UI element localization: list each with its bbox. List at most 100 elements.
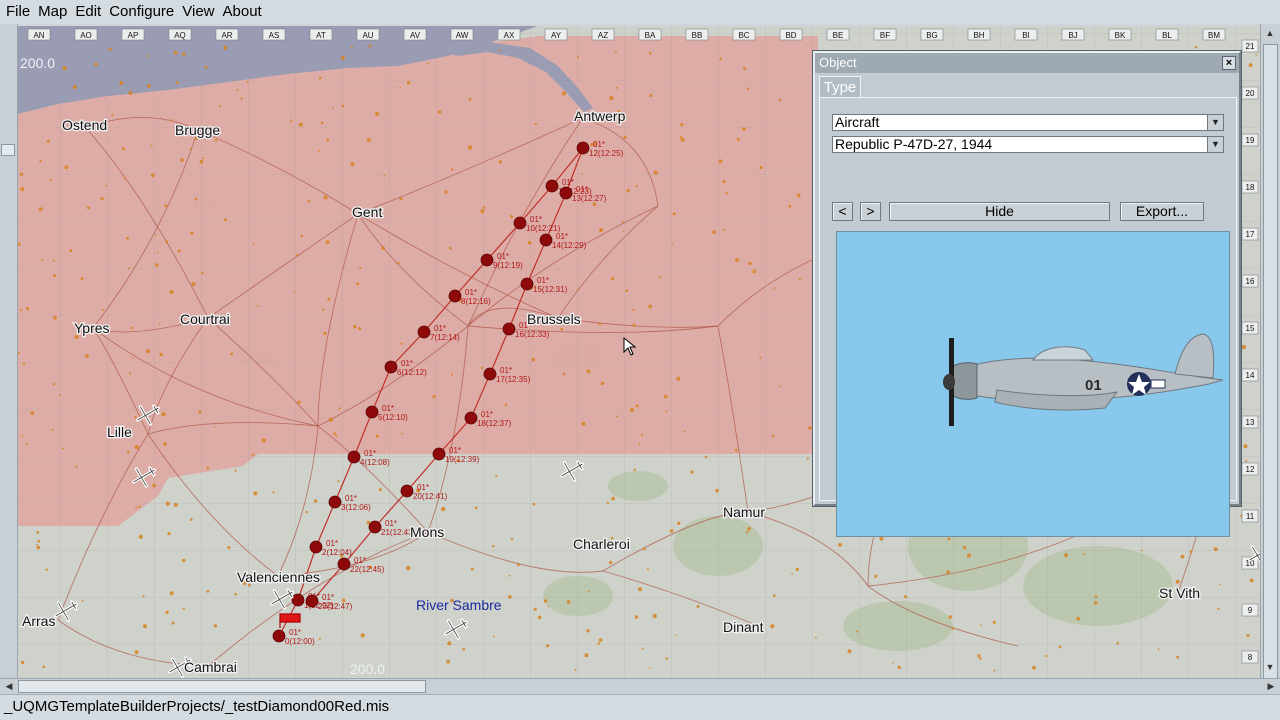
vertical-scrollbar[interactable]: ▲ ▼: [1260, 24, 1280, 684]
city-label: Ypres: [74, 320, 110, 336]
waypoint-marker[interactable]: [365, 405, 379, 419]
aircraft-preview: 01: [836, 231, 1230, 537]
grid-row-label: 8: [1248, 653, 1253, 662]
grid-row-label: 16: [1246, 277, 1255, 286]
grid-column-label: BG: [926, 31, 938, 40]
waypoint-marker[interactable]: [545, 179, 559, 193]
category-value: Aircraft: [835, 114, 880, 130]
grid-column-label: AY: [551, 31, 562, 40]
horizontal-scroll-thumb[interactable]: [18, 680, 426, 693]
waypoint-marker[interactable]: [480, 253, 494, 267]
export-button[interactable]: Export...: [1120, 202, 1204, 221]
waypoint-marker[interactable]: [417, 325, 431, 339]
grid-row-label: 19: [1246, 136, 1255, 145]
waypoint-marker[interactable]: [576, 141, 590, 155]
grid-column-label: AU: [362, 31, 373, 40]
grid-column-label: BH: [973, 31, 984, 40]
p47-aircraft-image: 01: [943, 333, 1224, 426]
scroll-right-arrow-icon[interactable]: ▶: [1264, 679, 1278, 693]
city-label: Brugge: [175, 122, 220, 138]
scroll-down-arrow-icon[interactable]: ▼: [1263, 660, 1277, 674]
status-bar: _UQMGTemplateBuilderProjects/_testDiamon…: [0, 694, 1280, 720]
grid-column-label: AR: [221, 31, 232, 40]
city-label: Antwerp: [574, 108, 626, 124]
menu-bar: File Map Edit Configure View About: [0, 0, 1280, 24]
grid-column-label: BD: [785, 31, 796, 40]
grid-column-label: AZ: [598, 31, 608, 40]
menu-view[interactable]: View: [178, 1, 218, 23]
menu-configure[interactable]: Configure: [105, 1, 178, 23]
city-label: Gent: [352, 204, 382, 220]
menu-edit[interactable]: Edit: [71, 1, 105, 23]
grid-column-label: BL: [1162, 31, 1172, 40]
waypoint-marker[interactable]: [347, 450, 361, 464]
scroll-left-arrow-icon[interactable]: ◀: [2, 679, 16, 693]
grid-column-label: BE: [833, 31, 844, 40]
grid-column-label: BC: [738, 31, 749, 40]
waypoint-marker[interactable]: [502, 322, 516, 336]
grid-column-label: BM: [1208, 31, 1220, 40]
waypoint-marker[interactable]: [337, 557, 351, 571]
horizontal-scrollbar[interactable]: ◀ ▶: [0, 678, 1280, 694]
waypoint-marker[interactable]: [400, 484, 414, 498]
city-label: Ostend: [62, 117, 107, 133]
waypoint-marker[interactable]: [539, 233, 553, 247]
grid-row-label: 14: [1246, 371, 1255, 380]
vertical-scroll-thumb[interactable]: [1263, 44, 1278, 684]
hide-button[interactable]: Hide: [889, 202, 1110, 221]
menu-map[interactable]: Map: [34, 1, 71, 23]
grid-column-label: BJ: [1068, 31, 1077, 40]
previous-button[interactable]: <: [832, 202, 853, 221]
dialog-title[interactable]: Object: [815, 53, 1239, 73]
scale-label-top: 200.0: [20, 55, 55, 71]
grid-column-label: BB: [692, 31, 703, 40]
grid-column-label: BF: [880, 31, 890, 40]
city-label: Courtrai: [180, 311, 230, 327]
tab-type[interactable]: Type: [819, 76, 861, 98]
waypoint-marker[interactable]: [384, 360, 398, 374]
grid-column-label: BA: [645, 31, 656, 40]
city-label: Valenciennes: [237, 569, 320, 585]
waypoint-marker[interactable]: [448, 289, 462, 303]
grid-row-label: 20: [1246, 89, 1255, 98]
waypoint-marker[interactable]: [309, 540, 323, 554]
grid-column-label: AQ: [174, 31, 186, 40]
menu-about[interactable]: About: [219, 1, 266, 23]
category-select[interactable]: Aircraft ▼: [832, 114, 1224, 131]
waypoint-marker[interactable]: [464, 411, 478, 425]
grid-row-label: 15: [1246, 324, 1255, 333]
waypoint-marker[interactable]: [559, 186, 573, 200]
dialog-body: Aircraft ▼ Republic P-47D-27, 1944 ▼ < >…: [819, 97, 1237, 537]
grid-row-label: 13: [1246, 418, 1255, 427]
vertical-scroll-thumb-left[interactable]: [1, 144, 15, 156]
river-label: River Sambre: [416, 597, 502, 613]
waypoint-marker[interactable]: [305, 594, 319, 608]
waypoint-marker[interactable]: [432, 447, 446, 461]
next-button[interactable]: >: [860, 202, 881, 221]
city-label: St Vith: [1159, 585, 1200, 601]
waypoint-marker[interactable]: [513, 216, 527, 230]
waypoint-marker[interactable]: [328, 495, 342, 509]
grid-column-label: BK: [1115, 31, 1126, 40]
city-label: Charleroi: [573, 536, 630, 552]
waypoint-marker[interactable]: [272, 629, 286, 643]
grid-column-label: BI: [1022, 31, 1030, 40]
grid-row-label: 21: [1246, 42, 1255, 51]
vertical-scrollbar-left[interactable]: [0, 24, 18, 678]
scroll-up-arrow-icon[interactable]: ▲: [1263, 26, 1277, 40]
close-icon[interactable]: ×: [1222, 56, 1236, 70]
chevron-down-icon[interactable]: ▼: [1207, 137, 1223, 152]
menu-file[interactable]: File: [2, 1, 34, 23]
object-dialog: Object × Type Aircraft ▼ Republic P-47D-…: [813, 51, 1241, 537]
city-label: Namur: [723, 504, 765, 520]
grid-column-label: AO: [80, 31, 92, 40]
waypoint-marker[interactable]: [483, 367, 497, 381]
aircraft-model-select[interactable]: Republic P-47D-27, 1944 ▼: [832, 136, 1224, 153]
grid-column-label: AS: [269, 31, 280, 40]
waypoint-marker[interactable]: [368, 520, 382, 534]
waypoint-marker[interactable]: [520, 277, 534, 291]
chevron-down-icon[interactable]: ▼: [1207, 115, 1223, 130]
grid-column-label: AV: [410, 31, 421, 40]
waypoint-marker[interactable]: [291, 593, 305, 607]
grid-column-label: AX: [504, 31, 515, 40]
